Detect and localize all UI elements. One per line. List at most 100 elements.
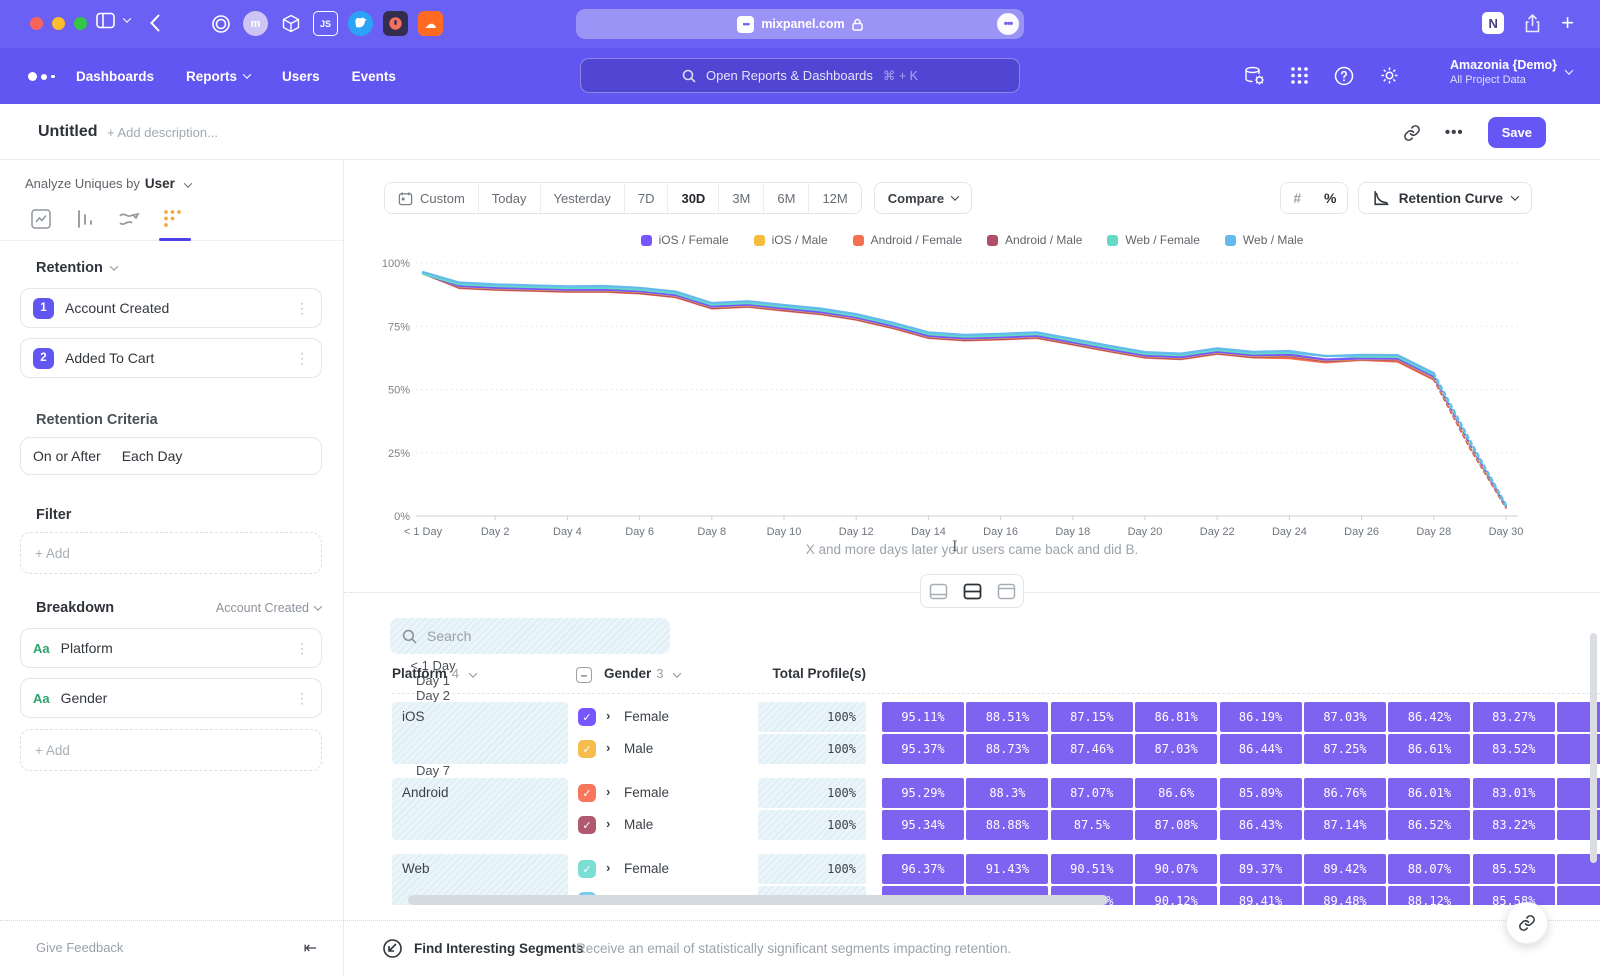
help-icon[interactable]: [1334, 66, 1354, 86]
vertical-scrollbar[interactable]: [1590, 633, 1597, 863]
cube-extension-icon[interactable]: [278, 11, 303, 36]
compare-button[interactable]: Compare: [874, 182, 972, 214]
share-icon[interactable]: [1524, 14, 1541, 33]
criteria-each-day[interactable]: Each Day: [122, 448, 183, 464]
legend-item[interactable]: Android / Male: [987, 233, 1082, 247]
tab-insights-icon[interactable]: [30, 208, 54, 232]
close-window-button[interactable]: [30, 17, 43, 30]
total-profiles-header[interactable]: Total Profile(s): [758, 666, 866, 681]
breakdown-gender[interactable]: Aa Gender ⋮: [20, 678, 322, 718]
row-checkbox[interactable]: ✓: [578, 708, 596, 726]
range-custom[interactable]: Custom: [385, 183, 479, 213]
platform-group-cell[interactable]: iOS: [392, 702, 568, 764]
zoom-window-button[interactable]: [74, 17, 87, 30]
nav-item-reports[interactable]: Reports: [186, 69, 250, 84]
percent-toggle[interactable]: %: [1314, 183, 1347, 213]
retention-section-header[interactable]: Retention: [36, 260, 117, 276]
new-tab-icon[interactable]: +: [1561, 13, 1574, 33]
more-options-icon[interactable]: •••: [1445, 124, 1464, 141]
row-checkbox[interactable]: ✓: [578, 860, 596, 878]
range-12m[interactable]: 12M: [809, 183, 860, 213]
settings-gear-icon[interactable]: [1379, 65, 1400, 86]
horizontal-scrollbar[interactable]: [408, 895, 1108, 905]
report-description-placeholder[interactable]: + Add description...: [107, 125, 218, 140]
retention-step-1[interactable]: 1 Account Created ⋮: [20, 288, 322, 328]
expand-row-icon[interactable]: ›: [606, 860, 610, 875]
split-view-button[interactable]: [955, 575, 989, 607]
legend-item[interactable]: Android / Female: [853, 233, 962, 247]
m-circle-extension-icon[interactable]: m: [243, 11, 268, 36]
nav-item-dashboards[interactable]: Dashboards: [76, 69, 154, 84]
kebab-menu-icon[interactable]: ⋮: [295, 350, 309, 367]
js-extension-icon[interactable]: JS: [313, 11, 338, 36]
global-search[interactable]: Open Reports & Dashboards ⌘ + K: [580, 58, 1020, 93]
range-7d[interactable]: 7D: [625, 183, 669, 213]
filter-add-button[interactable]: + Add: [20, 532, 322, 574]
data-management-icon[interactable]: [1244, 66, 1265, 86]
analyze-value-dropdown[interactable]: User: [145, 176, 175, 191]
gender-label: Male: [624, 817, 653, 832]
apps-grid-icon[interactable]: [1290, 66, 1309, 85]
range-6m[interactable]: 6M: [764, 183, 809, 213]
chart-type-dropdown[interactable]: Retention Curve: [1358, 182, 1532, 214]
range-30d[interactable]: 30D: [668, 183, 719, 213]
kebab-menu-icon[interactable]: ⋮: [295, 640, 309, 657]
tab-retention-icon[interactable]: [162, 208, 186, 232]
copy-link-icon[interactable]: [1403, 124, 1421, 142]
url-bar[interactable]: ••• mixpanel.com •••: [576, 9, 1024, 39]
nav-item-users[interactable]: Users: [282, 69, 320, 84]
expand-row-icon[interactable]: ›: [606, 784, 610, 799]
collapse-sidebar-icon[interactable]: ⇤: [304, 938, 317, 958]
nav-item-events[interactable]: Events: [352, 69, 396, 84]
sidebar-toggle-icon[interactable]: [96, 12, 115, 29]
table-search-input[interactable]: Search: [390, 618, 670, 654]
count-toggle[interactable]: #: [1281, 183, 1314, 213]
chart-only-view-button[interactable]: [921, 575, 955, 607]
range-today[interactable]: Today: [479, 183, 541, 213]
breakdown-platform[interactable]: Aa Platform ⋮: [20, 628, 322, 668]
row-checkbox[interactable]: ✓: [578, 816, 596, 834]
breakdown-add-button[interactable]: + Add: [20, 729, 322, 771]
bird-extension-icon[interactable]: [348, 11, 373, 36]
retention-value-cell: 85.58%: [1473, 886, 1555, 905]
legend-item[interactable]: iOS / Male: [754, 233, 828, 247]
kebab-menu-icon[interactable]: ⋮: [295, 690, 309, 707]
notion-icon[interactable]: N: [1482, 12, 1504, 34]
password-manager-extension-icon[interactable]: [383, 11, 408, 36]
expand-row-icon[interactable]: ›: [606, 740, 610, 755]
aperture-extension-icon[interactable]: [208, 11, 233, 36]
criteria-on-or-after[interactable]: On or After: [33, 448, 101, 464]
retention-step-2[interactable]: 2 Added To Cart ⋮: [20, 338, 322, 378]
chevron-down-icon[interactable]: [124, 17, 130, 23]
gender-column-header[interactable]: Gender3: [604, 666, 680, 681]
expand-row-icon[interactable]: ›: [606, 816, 610, 831]
row-checkbox[interactable]: ✓: [578, 740, 596, 758]
platform-group-cell[interactable]: Android: [392, 778, 568, 840]
legend-item[interactable]: iOS / Female: [641, 233, 729, 247]
interesting-segments-title[interactable]: Find Interesting Segments: [414, 941, 584, 956]
report-title[interactable]: Untitled: [38, 123, 98, 141]
share-link-fab[interactable]: [1506, 902, 1548, 944]
row-checkbox[interactable]: ✓: [578, 784, 596, 802]
retention-criteria-card[interactable]: On or After Each Day: [20, 437, 322, 475]
save-button[interactable]: Save: [1488, 117, 1546, 148]
legend-item[interactable]: Web / Female: [1107, 233, 1199, 247]
table-only-view-button[interactable]: [989, 575, 1023, 607]
url-more-icon[interactable]: •••: [997, 13, 1019, 35]
select-all-checkbox[interactable]: –: [576, 667, 592, 683]
back-icon[interactable]: [150, 14, 160, 32]
give-feedback-link[interactable]: Give Feedback: [36, 940, 123, 955]
project-selector[interactable]: Amazonia {Demo} All Project Data: [1450, 58, 1572, 86]
expand-row-icon[interactable]: ›: [606, 708, 610, 723]
soundcloud-extension-icon[interactable]: ☁: [418, 11, 443, 36]
tab-flows-icon[interactable]: [118, 208, 142, 232]
legend-item[interactable]: Web / Male: [1225, 233, 1303, 247]
platform-column-header[interactable]: Platform4: [392, 666, 476, 681]
range-3m[interactable]: 3M: [719, 183, 764, 213]
mixpanel-logo-icon[interactable]: [28, 72, 55, 81]
minimize-window-button[interactable]: [52, 17, 65, 30]
kebab-menu-icon[interactable]: ⋮: [295, 300, 309, 317]
breakdown-event-dropdown[interactable]: Account Created: [216, 601, 321, 615]
range-yesterday[interactable]: Yesterday: [541, 183, 625, 213]
tab-funnels-icon[interactable]: [74, 208, 98, 232]
